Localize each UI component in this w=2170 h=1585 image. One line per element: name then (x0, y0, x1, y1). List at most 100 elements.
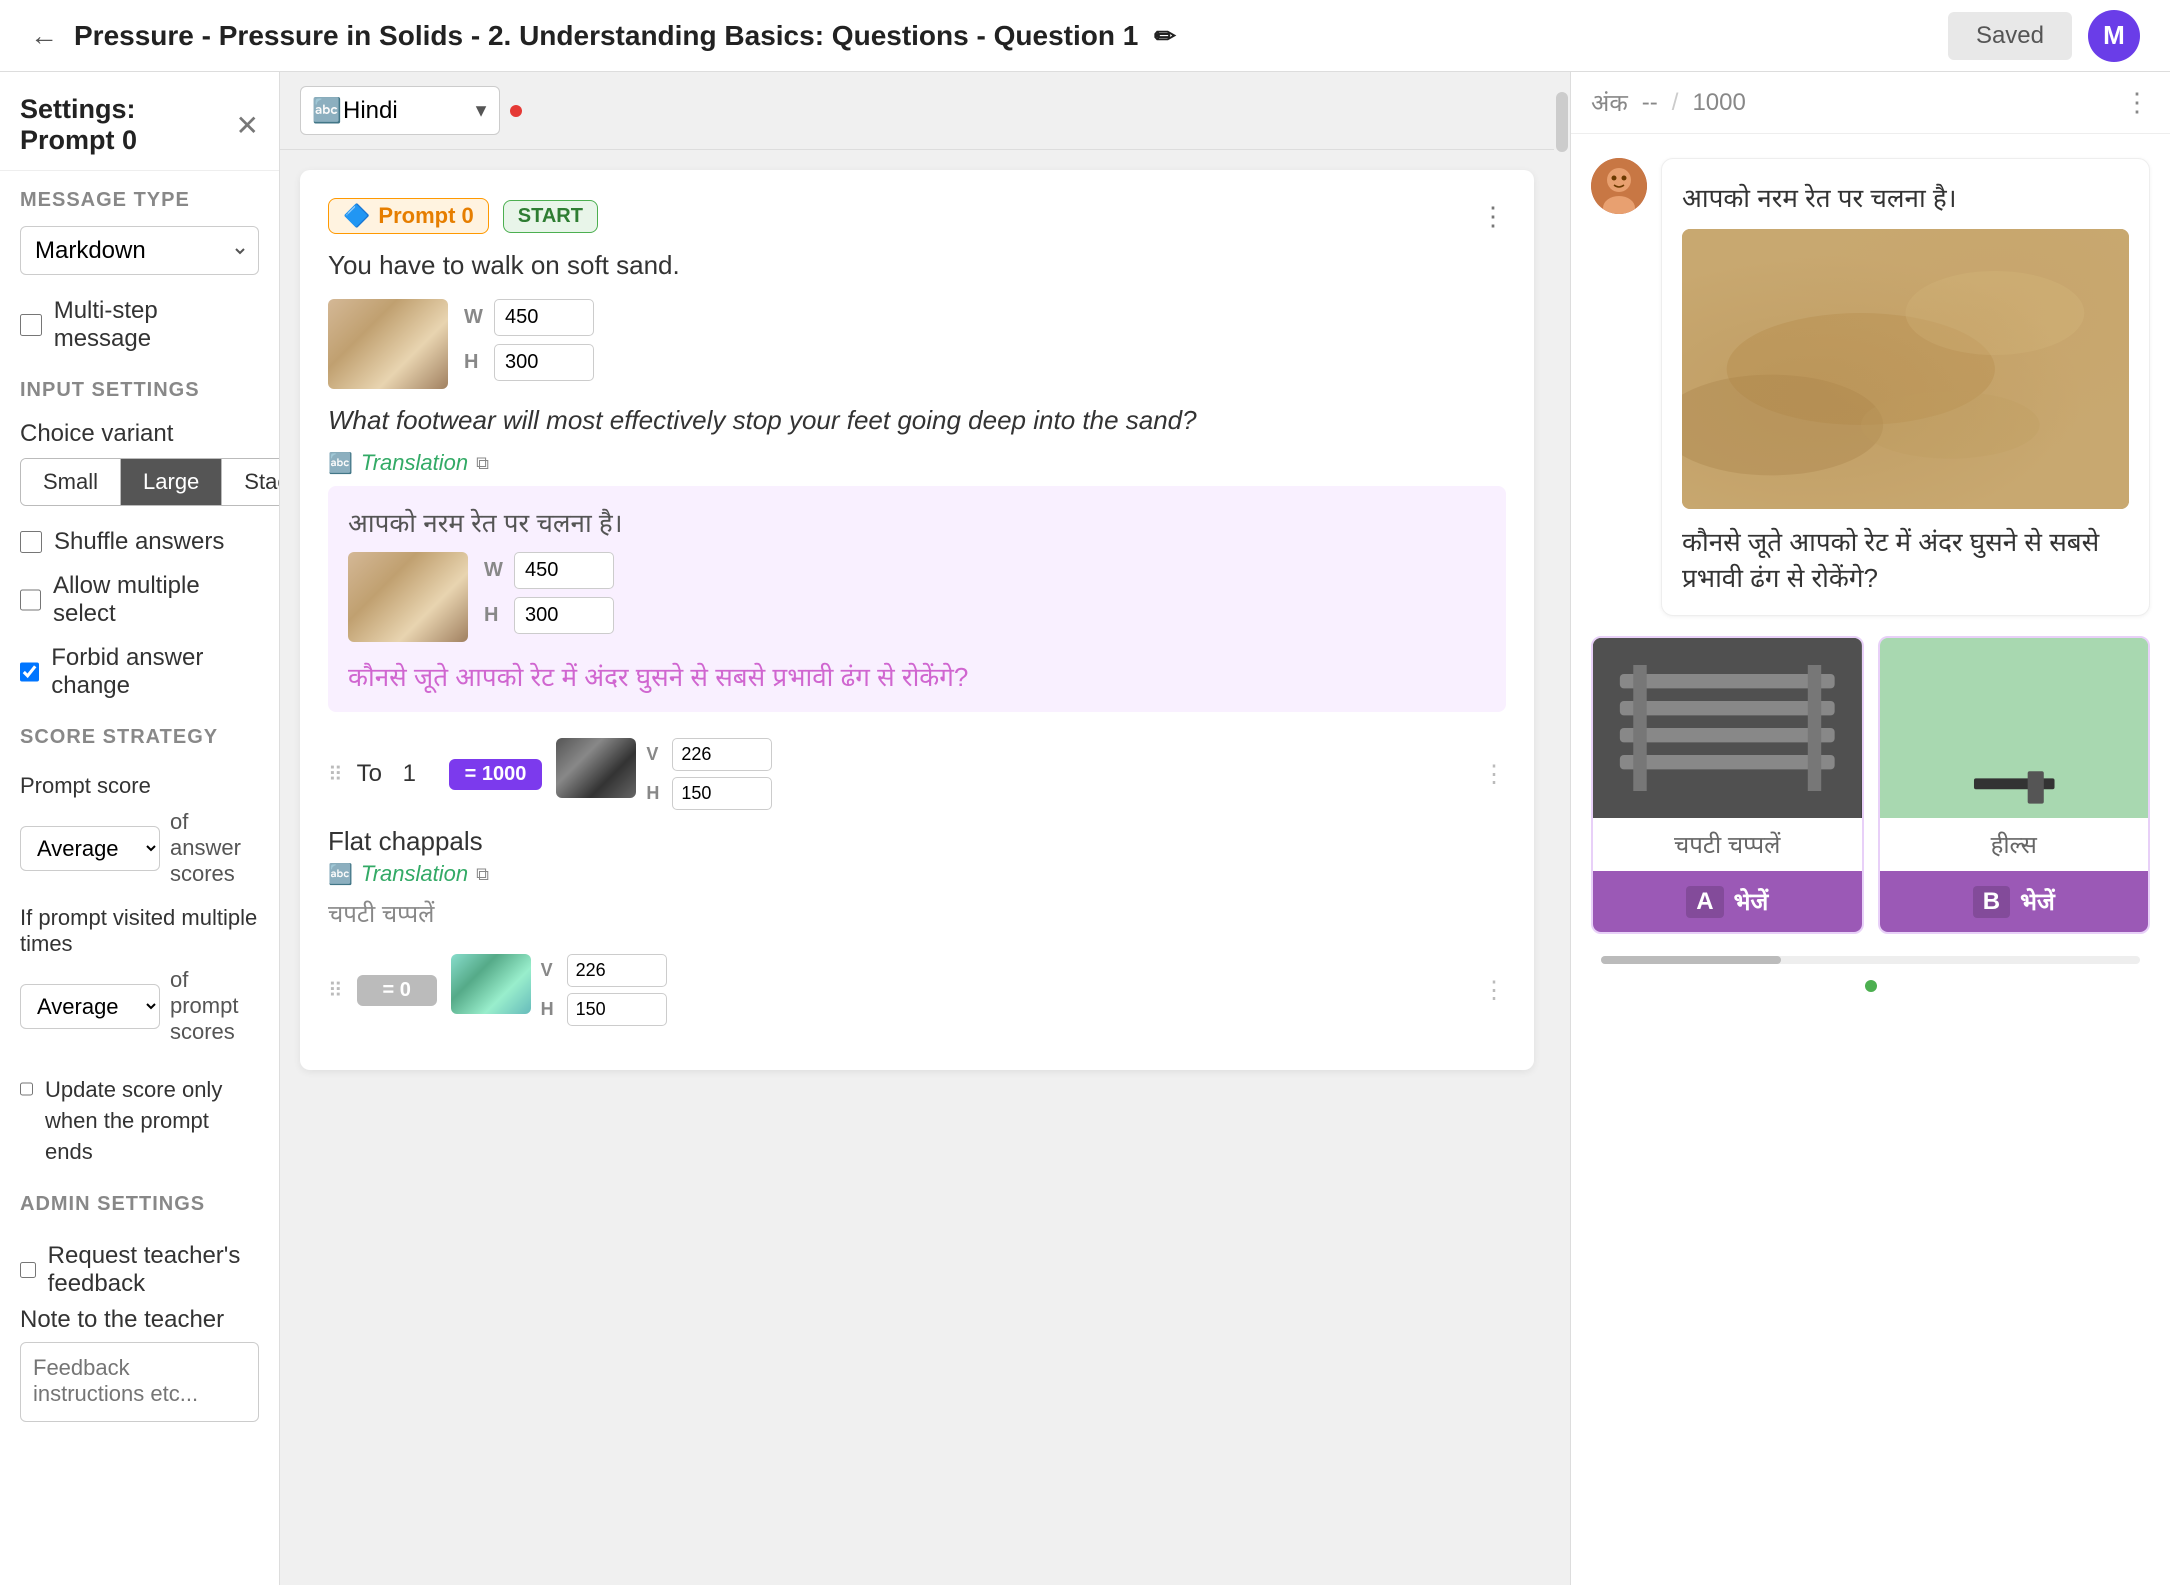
answer-w-input-1[interactable] (672, 738, 772, 771)
left-panel: Settings: Prompt 0 ✕ MESSAGE TYPE Markdo… (0, 72, 280, 1585)
copy-icon[interactable]: ⧉ (476, 453, 489, 474)
answer-menu-2[interactable]: ⋮ (1482, 976, 1506, 1005)
choice-btn-small[interactable]: Small (21, 459, 121, 505)
vertical-scrollbar[interactable] (1554, 72, 1570, 1585)
title-question: Question 1 (994, 20, 1139, 51)
answer-h-row-1: H (646, 777, 772, 810)
chat-bubble: आपको नरम रेत पर चलना है। (1591, 158, 2150, 616)
prompt-badge: 🔷 Prompt 0 (328, 198, 489, 234)
answer-translation-row-1: 🔤 Translation ⧉ (328, 861, 1506, 887)
error-indicator (510, 105, 522, 117)
translated-block: आपको नरम रेत पर चलना है। W H (328, 486, 1506, 712)
prompt-badge-icon: 🔷 (343, 203, 370, 229)
to-label-1: To (357, 760, 389, 788)
width-input-2[interactable] (514, 552, 614, 589)
close-icon[interactable]: ✕ (236, 109, 259, 142)
center-panel: 🔤 Hindi ▼ 🔷 Prompt 0 START ⋮ You have (280, 72, 1554, 1585)
answer-h-input-2[interactable] (567, 993, 667, 1026)
update-score-row: Update score only when the prompt ends (0, 1067, 279, 1175)
center-content: 🔷 Prompt 0 START ⋮ You have to walk on s… (280, 150, 1554, 1110)
answer-w-row-1: V (646, 738, 772, 771)
scrollbar-thumb-h[interactable] (1601, 956, 1781, 964)
edit-icon[interactable]: ✏ (1154, 21, 1176, 51)
choice-btn-large[interactable]: Large (121, 459, 222, 505)
feedback-textarea[interactable] (20, 1342, 259, 1422)
prompt-score-heading: Prompt score (20, 767, 259, 799)
right-panel: अंक -- / 1000 ⋮ (1570, 72, 2170, 1585)
sand-image-2 (348, 552, 468, 642)
drag-handle-1[interactable]: ⠿ (328, 762, 343, 787)
height-input-1[interactable] (494, 344, 594, 381)
translated-text: आपको नरम रेत पर चलना है। (348, 504, 1486, 540)
forbid-change-checkbox[interactable] (20, 661, 39, 683)
center-toolbar: 🔤 Hindi ▼ (280, 72, 1554, 150)
scrollbar-track[interactable] (1601, 956, 2140, 964)
drag-handle-2[interactable]: ⠿ (328, 978, 343, 1003)
request-feedback-label: Request teacher's feedback (48, 1242, 259, 1298)
choice-b-button[interactable]: B भेजें (1880, 871, 2149, 932)
prompt-text: You have to walk on soft sand. (328, 250, 1506, 281)
message-type-select[interactable]: Markdown (20, 226, 259, 275)
back-button[interactable]: ← (30, 20, 58, 52)
chat-bubble-text: आपको नरम रेत पर चलना है। (1682, 179, 2129, 215)
chat-avatar (1591, 158, 1647, 214)
prompt-scores-select[interactable]: AverageSumMinMax (20, 984, 160, 1029)
scrollbar-thumb[interactable] (1556, 92, 1568, 152)
translated-question: कौनसे जूते आपको रेट में अंदर घुसने से सब… (348, 658, 1486, 694)
multistep-checkbox[interactable] (20, 314, 42, 336)
chat-sand-image (1682, 229, 2129, 509)
width-input-1[interactable] (494, 299, 594, 336)
lang-icon: 🔤 (312, 96, 342, 125)
avatar[interactable]: M (2088, 10, 2140, 62)
aw-label-1: V (646, 744, 666, 765)
height-input-2[interactable] (514, 597, 614, 634)
main-layout: Settings: Prompt 0 ✕ MESSAGE TYPE Markdo… (0, 72, 2170, 1585)
shuffle-checkbox[interactable] (20, 531, 42, 553)
lang-arrow-icon: ▼ (472, 100, 490, 121)
note-label: Note to the teacher (20, 1306, 259, 1334)
score-badge-2: = 0 (357, 975, 437, 1006)
translation-row: 🔤 Translation ⧉ (328, 450, 1506, 476)
badge-a: A (1686, 886, 1723, 918)
answer-copy-icon-1[interactable]: ⧉ (476, 864, 489, 885)
prompt-card: 🔷 Prompt 0 START ⋮ You have to walk on s… (300, 170, 1534, 1070)
w-label-2: W (484, 559, 506, 582)
chat-bubble-content: आपको नरम रेत पर चलना है। (1661, 158, 2150, 616)
answer-dims-2: V H (541, 954, 667, 1026)
prompt-menu-icon[interactable]: ⋮ (1480, 201, 1506, 232)
allow-multiple-checkbox[interactable] (20, 589, 41, 611)
update-score-checkbox[interactable] (20, 1078, 33, 1100)
answer-translation-label-1: Translation (361, 861, 468, 887)
choice-cards: चपटी चप्पलें A भेजें (1591, 636, 2150, 934)
chappals-img-1 (556, 738, 636, 798)
width-row-2: W (484, 552, 614, 589)
answer-img-block-2: V H (451, 954, 667, 1026)
choice-buttons-group: Small Large Stacked (20, 458, 280, 506)
answer-w-input-2[interactable] (567, 954, 667, 987)
choice-b-label: हील्स (1880, 818, 2149, 871)
topbar: ← Pressure - Pressure in Solids - 2. Und… (0, 0, 2170, 72)
prompt-score-row: AverageSumMinMax of answer scores (20, 809, 259, 887)
answer-dims-1: V H (646, 738, 772, 810)
height-row-1: H (464, 344, 594, 381)
answer-menu-1[interactable]: ⋮ (1482, 760, 1506, 789)
right-menu-icon[interactable]: ⋮ (2124, 87, 2150, 118)
score-max: 1000 (1692, 89, 1745, 117)
score-label: अंक (1591, 86, 1628, 119)
choice-a-button[interactable]: A भेजें (1593, 871, 1862, 932)
score-slash: / (1672, 89, 1679, 117)
saved-button[interactable]: Saved (1948, 12, 2072, 60)
request-feedback-checkbox[interactable] (20, 1259, 36, 1281)
heels-choice-img (1880, 638, 2149, 818)
translation-icon: 🔤 (328, 451, 353, 476)
answer-h-input-1[interactable] (672, 777, 772, 810)
answer-block-2: ⠿ = 0 V (328, 944, 1506, 1036)
shuffle-row: Shuffle answers (0, 520, 279, 564)
prompt-scores-row: AverageSumMinMax of prompt scores (20, 967, 259, 1045)
of-answer-scores-text: of answer scores (170, 809, 259, 887)
shuffle-label: Shuffle answers (54, 528, 224, 556)
to-num-1: 1 (403, 760, 435, 788)
choice-btn-stacked[interactable]: Stacked (222, 459, 280, 505)
prompt-score-select[interactable]: AverageSumMinMax (20, 826, 160, 871)
answer-img-block-1: V H (556, 738, 772, 810)
